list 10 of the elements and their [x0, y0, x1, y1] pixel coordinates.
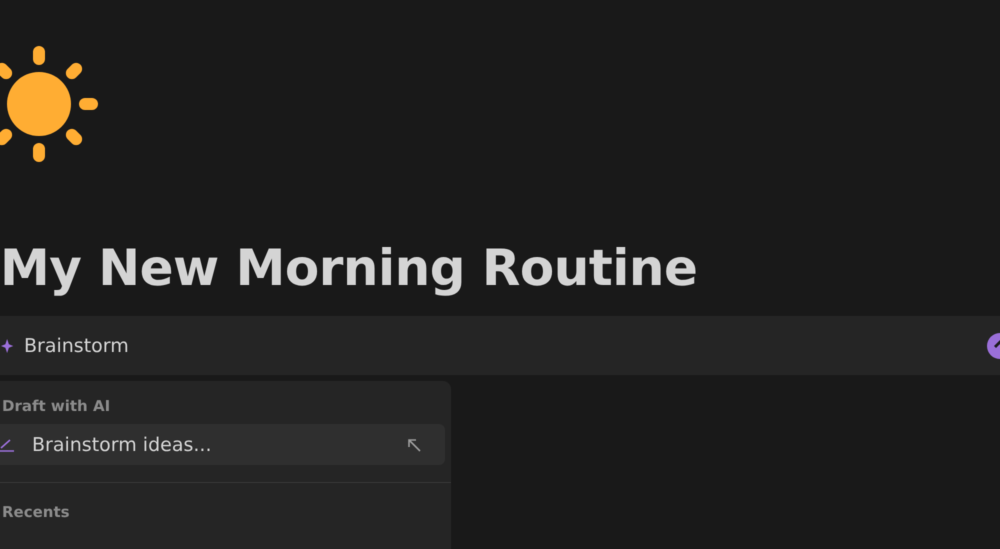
submit-icon[interactable]	[987, 332, 1000, 358]
ai-prompt-field[interactable]: Brainstorm	[22, 334, 987, 358]
menu-section-heading: Draft with AI	[1, 397, 112, 417]
prompt-bar[interactable]: Brainstorm	[0, 316, 1000, 375]
sparkle-icon	[1, 338, 15, 354]
page-title: My New Morning Routine	[0, 238, 698, 299]
menu-section-heading: Recents	[1, 503, 71, 523]
arrow-icon	[407, 438, 421, 452]
menu-item[interactable]: Brainstorm ideas...	[0, 424, 445, 465]
pen-icon	[0, 438, 16, 452]
